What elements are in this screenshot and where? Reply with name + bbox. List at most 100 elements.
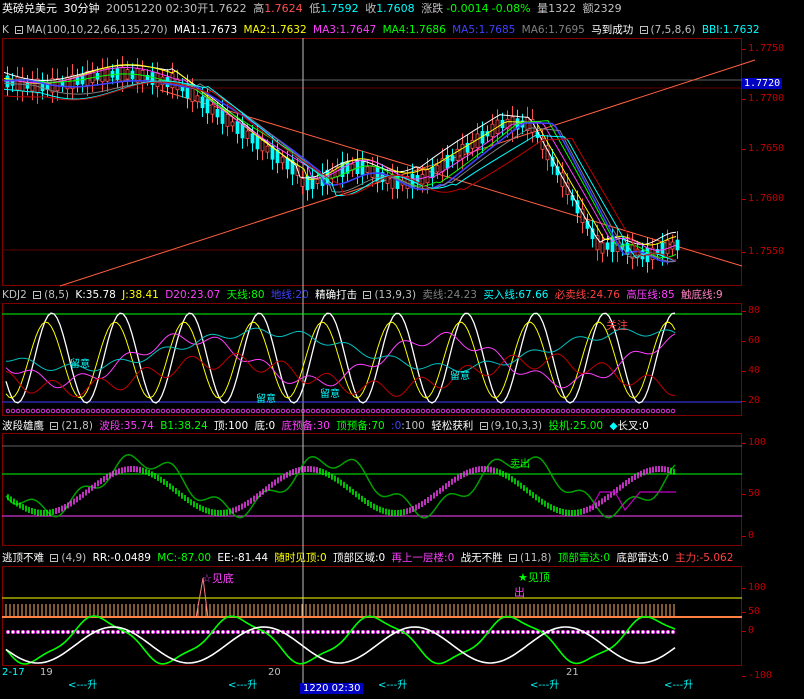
dot-marker [535,408,541,414]
buy-line [5,327,676,373]
dot-marker [566,630,571,635]
dot-marker [666,630,671,635]
dot-marker [36,630,41,635]
dot-marker [5,408,11,414]
dot-marker [105,408,111,414]
dot-marker [240,408,246,414]
candle [665,239,670,255]
dot-marker [270,408,276,414]
dot-marker [285,408,291,414]
dot-marker [630,408,636,414]
dot-marker [115,408,121,414]
dot-marker [200,408,206,414]
dot-marker [385,408,391,414]
dot-marker [671,630,676,635]
dot-marker [130,408,136,414]
up-arrow-label: <---升 [664,680,694,691]
dot-marker [561,630,566,635]
dot-marker [80,408,86,414]
candle [200,96,205,109]
dot-marker [150,630,155,635]
candle [370,166,375,178]
dot-marker [520,408,526,414]
dot-marker [516,630,521,635]
candle [365,166,370,173]
candle [245,130,250,139]
annotation-maichu: 卖出 [510,459,530,470]
dot-marker [155,630,160,635]
dot-marker [585,408,591,414]
x-label: 19 [40,667,53,678]
dot-marker [335,408,341,414]
candle [300,178,305,187]
dot-marker [145,408,151,414]
dot-marker [30,630,35,635]
dot-marker [10,630,15,635]
dot-marker [160,630,165,635]
dot-marker [480,408,486,414]
dot-marker [116,630,121,635]
cursor-time-marker: 1220 02:30 [300,683,364,694]
dot-marker [46,630,51,635]
dot-marker [531,630,536,635]
dot-marker [6,630,11,635]
dot-marker [90,408,96,414]
dot-marker [375,630,380,635]
dot-marker [475,408,481,414]
dot-marker [420,630,425,635]
dot-marker [500,630,505,635]
dot-marker [606,630,611,635]
dot-marker [285,630,290,635]
dot-marker [145,630,150,635]
dot-marker [180,630,185,635]
dot-marker [665,408,671,414]
dot-marker [350,408,356,414]
dot-marker [425,408,431,414]
dot-marker [490,630,495,635]
candle [435,165,440,173]
dot-marker [435,630,440,635]
candle [215,108,220,118]
dot-marker [631,630,636,635]
dot-marker [521,630,526,635]
candle [205,98,210,114]
dot-marker [550,408,556,414]
dot-marker [185,408,191,414]
dot-marker [40,408,46,414]
ma-line [3,64,677,246]
dot-marker [646,630,651,635]
candle [475,133,480,149]
dot-marker [41,630,46,635]
ma-line [3,73,677,259]
dot-marker [120,408,126,414]
annotation-guanzhu: 关注 [606,319,628,332]
x-label: 20 [268,667,281,678]
dot-marker [430,408,436,414]
x-label: 2-17 [2,667,25,678]
dot-marker [636,630,641,635]
dot-marker [601,630,606,635]
dot-marker [295,408,301,414]
dot-marker [505,630,510,635]
dot-marker [61,630,66,635]
dot-marker [260,408,266,414]
dot-marker [370,408,376,414]
candle [260,139,265,152]
dot-marker [340,630,345,635]
dot-marker [370,630,375,635]
dot-marker [170,630,175,635]
candle [190,88,195,103]
annotation-jiandi: ☆见底 [202,572,234,585]
dot-marker [320,630,325,635]
annotation-jianding: ★见顶 [518,571,550,584]
up-arrow-label: <---升 [530,680,560,691]
dot-marker [500,408,506,414]
dot-marker [195,630,200,635]
dot-marker [270,630,275,635]
dot-marker [190,630,195,635]
dot-marker [75,408,81,414]
chart-canvas[interactable] [0,0,804,699]
dot-marker [250,630,255,635]
dot-marker [185,630,190,635]
dot-marker [66,630,71,635]
